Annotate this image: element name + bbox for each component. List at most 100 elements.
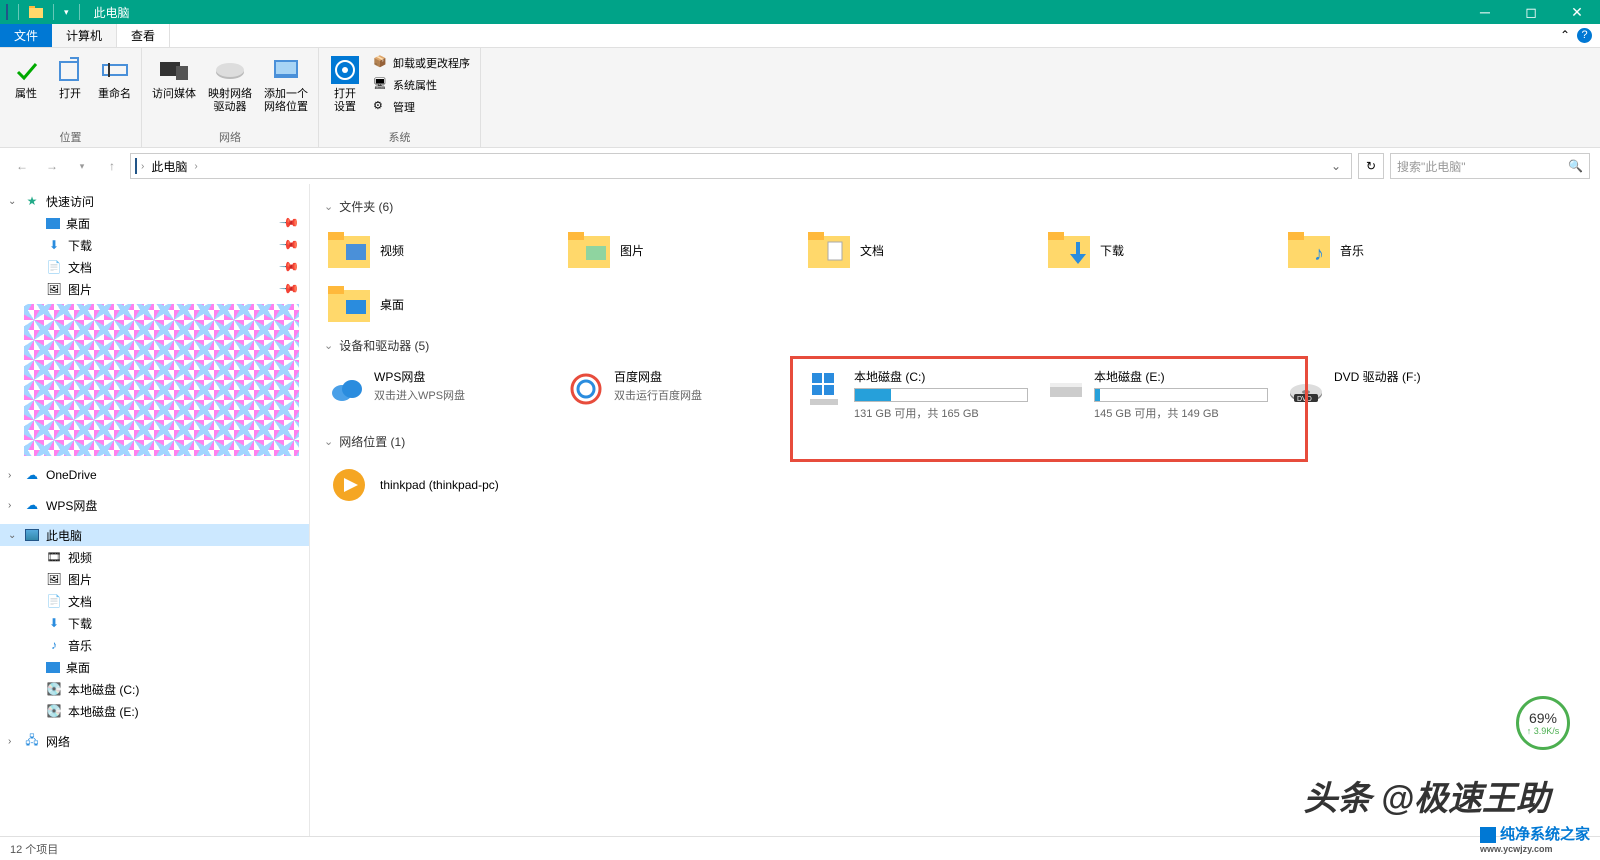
recent-dropdown[interactable]: ▾: [70, 154, 94, 178]
drive-dvd[interactable]: DVD DVD 驱动器 (F:): [1278, 362, 1518, 427]
forward-button[interactable]: →: [40, 154, 64, 178]
windows-drive-icon: [808, 368, 844, 410]
group-folders[interactable]: ⌄文件夹 (6): [324, 198, 1586, 215]
sidebar-item-downloads2[interactable]: ⬇下载: [0, 612, 309, 634]
tab-file[interactable]: 文件: [0, 24, 52, 47]
content-pane: ⌄文件夹 (6) 视频 图片 文档 下载 ♪音乐 桌面 ⌄设备和驱动器 (5) …: [310, 184, 1600, 836]
sidebar-item-this-pc[interactable]: ⌄此电脑: [0, 524, 309, 546]
search-icon: 🔍: [1568, 159, 1583, 173]
ribbon: 属性 打开 重命名 位置 访问媒体 映射网络 驱动器: [0, 48, 1600, 148]
sidebar-item-music[interactable]: ♪音乐: [0, 634, 309, 656]
address-dropdown-icon[interactable]: ⌄: [1325, 159, 1347, 173]
collapse-ribbon-icon[interactable]: ⌃: [1560, 28, 1570, 42]
sidebar-preview: [24, 304, 299, 456]
chevron-right-icon[interactable]: ›: [194, 161, 197, 172]
add-network-location-button[interactable]: 添加一个 网络位置: [260, 52, 312, 129]
open-button[interactable]: 打开: [50, 52, 90, 129]
pin-icon: 📌: [278, 278, 301, 301]
sidebar-item-disk-c[interactable]: 💽本地磁盘 (C:): [0, 678, 309, 700]
pin-icon: 📌: [278, 212, 301, 235]
sidebar-item-network[interactable]: ›🖧网络: [0, 730, 309, 752]
sidebar-item-disk-e[interactable]: 💽本地磁盘 (E:): [0, 700, 309, 722]
group-devices[interactable]: ⌄设备和驱动器 (5): [324, 337, 1586, 354]
pin-icon: 📌: [278, 234, 301, 257]
pin-icon: 📌: [278, 256, 301, 279]
pc-icon: [135, 159, 137, 173]
folder-music[interactable]: ♪音乐: [1278, 223, 1518, 277]
group-network-locations[interactable]: ⌄网络位置 (1): [324, 433, 1586, 450]
chevron-down-icon: ⌄: [324, 339, 333, 352]
dvd-icon: DVD: [1288, 368, 1324, 410]
drive-wps[interactable]: WPS网盘双击进入WPS网盘: [318, 362, 558, 427]
up-button[interactable]: ↑: [100, 154, 124, 178]
chevron-down-icon: ⌄: [324, 200, 333, 213]
back-button[interactable]: ←: [10, 154, 34, 178]
sidebar-item-pictures2[interactable]: 🖼图片: [0, 568, 309, 590]
drive-e[interactable]: 本地磁盘 (E:)145 GB 可用，共 149 GB: [1038, 362, 1278, 427]
drive-c[interactable]: 本地磁盘 (C:)131 GB 可用，共 165 GB: [798, 362, 1038, 427]
sidebar-item-desktop[interactable]: 桌面📌: [0, 212, 309, 234]
address-bar: ← → ▾ ↑ › 此电脑 › ⌄ ↻ 搜索"此电脑" 🔍: [0, 148, 1600, 184]
title-bar: ▾ 此电脑 ─ ◻ ✕: [0, 0, 1600, 24]
sidebar-item-pictures[interactable]: 🖼图片📌: [0, 278, 309, 300]
chevron-down-icon: ⌄: [324, 435, 333, 448]
sidebar-item-documents[interactable]: 📄文档📌: [0, 256, 309, 278]
tab-computer[interactable]: 计算机: [52, 24, 117, 47]
sidebar-item-downloads[interactable]: ⬇下载📌: [0, 234, 309, 256]
ribbon-group-location: 位置: [60, 129, 82, 145]
manage-button[interactable]: ⚙管理: [369, 96, 474, 118]
minimize-button[interactable]: ─: [1462, 0, 1508, 24]
baidu-icon: [568, 368, 604, 410]
item-count: 12 个项目: [10, 841, 58, 857]
folder-icon: [29, 6, 43, 18]
open-settings-button[interactable]: 打开 设置: [325, 52, 365, 129]
window-title: 此电脑: [94, 4, 130, 21]
map-drive-button[interactable]: 映射网络 驱动器: [204, 52, 256, 129]
ribbon-group-network: 网络: [219, 129, 241, 145]
chevron-down-icon: ⌄: [8, 530, 16, 541]
folder-documents[interactable]: 文档: [798, 223, 1038, 277]
search-input[interactable]: 搜索"此电脑" 🔍: [1390, 153, 1590, 179]
speed-badge[interactable]: 69% ↑ 3.9K/s: [1516, 696, 1570, 750]
svg-text:♪: ♪: [1314, 243, 1324, 265]
sidebar-item-wps[interactable]: ›☁WPS网盘: [0, 494, 309, 516]
tab-view[interactable]: 查看: [117, 24, 170, 47]
sidebar-item-onedrive[interactable]: ›☁OneDrive: [0, 464, 309, 486]
rename-button[interactable]: 重命名: [94, 52, 135, 129]
cloud-icon: [328, 368, 364, 410]
svg-text:DVD: DVD: [1297, 396, 1312, 403]
netloc-thinkpad[interactable]: thinkpad (thinkpad-pc): [318, 458, 558, 512]
folder-downloads[interactable]: 下载: [1038, 223, 1278, 277]
sidebar-item-quick-access[interactable]: ⌄★快速访问: [0, 190, 309, 212]
folder-desktop[interactable]: 桌面: [318, 277, 558, 331]
watermark-logo: 纯净系统之家 www.ycwjzy.com: [1480, 823, 1590, 854]
navigation-sidebar: ⌄★快速访问 桌面📌 ⬇下载📌 📄文档📌 🖼图片📌 ›☁OneDrive ›☁W…: [0, 184, 310, 836]
folder-pictures[interactable]: 图片: [558, 223, 798, 277]
status-bar: 12 个项目: [0, 836, 1600, 860]
sidebar-item-desktop2[interactable]: 桌面: [0, 656, 309, 678]
ribbon-tabs: 文件 计算机 查看 ⌃ ?: [0, 24, 1600, 48]
access-media-button[interactable]: 访问媒体: [148, 52, 200, 129]
sidebar-item-documents2[interactable]: 📄文档: [0, 590, 309, 612]
chevron-right-icon: ›: [8, 736, 11, 747]
ribbon-group-system: 系统: [389, 129, 411, 145]
chevron-right-icon: ›: [8, 500, 11, 511]
chevron-right-icon: ›: [8, 470, 11, 481]
media-player-icon: [328, 464, 370, 506]
maximize-button[interactable]: ◻: [1508, 0, 1554, 24]
folder-videos[interactable]: 视频: [318, 223, 558, 277]
breadcrumb[interactable]: 此电脑: [148, 158, 190, 175]
address-box[interactable]: › 此电脑 › ⌄: [130, 153, 1352, 179]
drive-icon: [1048, 368, 1084, 410]
chevron-down-icon: ⌄: [8, 196, 16, 207]
close-button[interactable]: ✕: [1554, 0, 1600, 24]
system-properties-button[interactable]: 🖥系统属性: [369, 74, 474, 96]
chevron-right-icon[interactable]: ›: [141, 161, 144, 172]
help-icon[interactable]: ?: [1577, 28, 1592, 43]
uninstall-button[interactable]: 📦卸载或更改程序: [369, 52, 474, 74]
sidebar-item-videos[interactable]: 🎞视频: [0, 546, 309, 568]
refresh-button[interactable]: ↻: [1358, 153, 1384, 179]
dropdown-icon[interactable]: ▾: [64, 7, 69, 18]
properties-button[interactable]: 属性: [6, 52, 46, 129]
drive-baidu[interactable]: 百度网盘双击运行百度网盘: [558, 362, 798, 427]
